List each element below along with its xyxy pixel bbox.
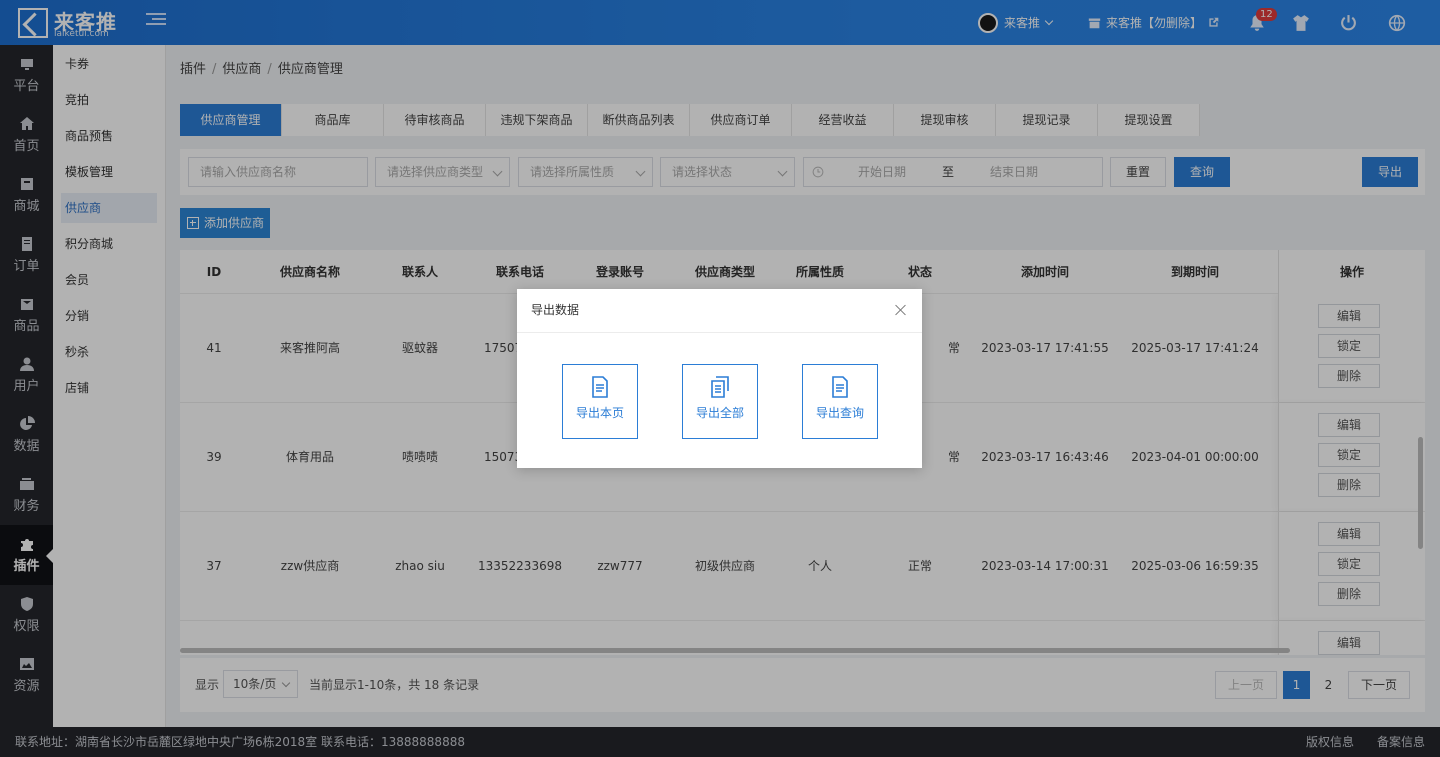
document-icon <box>832 376 848 398</box>
dialog-title: 导出数据 <box>531 303 580 317</box>
dialog-header: 导出数据 <box>517 289 922 333</box>
export-dialog: 导出数据 导出本页 导出全部 导出查询 <box>517 289 922 468</box>
export-option-label: 导出全部 <box>695 406 744 420</box>
document-icon <box>592 376 608 398</box>
export-option-label: 导出查询 <box>815 406 864 420</box>
close-icon[interactable] <box>894 303 908 317</box>
export-all-button[interactable]: 导出全部 <box>682 364 758 439</box>
export-current-page-button[interactable]: 导出本页 <box>562 364 638 439</box>
export-query-button[interactable]: 导出查询 <box>802 364 878 439</box>
export-option-label: 导出本页 <box>575 406 624 420</box>
documents-icon <box>711 376 729 398</box>
